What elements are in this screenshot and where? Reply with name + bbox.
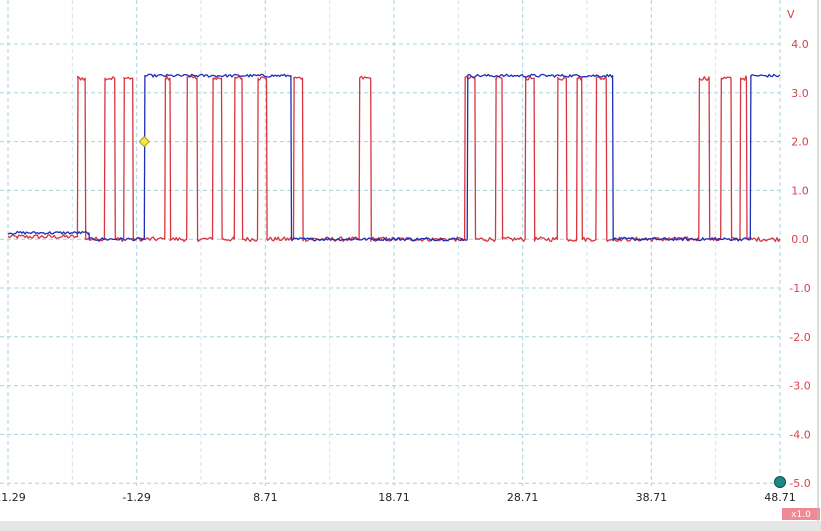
y-tick-label: -1.0 (789, 282, 810, 295)
y-tick-label: -5.0 (789, 477, 810, 490)
y-tick-label: -2.0 (789, 331, 810, 344)
cursor-handle[interactable] (774, 476, 786, 488)
y-tick-label: -4.0 (789, 428, 810, 441)
x-tick-label: -11.29 (0, 491, 26, 504)
x-tick-label: 38.71 (636, 491, 668, 504)
x-tick-label: 48.71 (764, 491, 796, 504)
y-tick-label: 2.0 (791, 136, 809, 149)
x-tick-label: -1.29 (122, 491, 150, 504)
x-tick-label: 8.71 (253, 491, 278, 504)
y-tick-label: 3.0 (791, 87, 809, 100)
y-tick-label: -3.0 (789, 380, 810, 393)
y-axis-ticks: 4.0 3.0 2.0 1.0 0.0 -1.0 -2.0 -3.0 -4.0 -5.0 (789, 38, 810, 490)
x-tick-label: 18.71 (378, 491, 410, 504)
oscilloscope-plot[interactable]: 4.0 3.0 2.0 1.0 0.0 -1.0 -2.0 -3.0 -4.0 -5.0 V -1… (0, 0, 821, 531)
y-tick-label: 4.0 (791, 38, 809, 51)
zoom-badge-label: x1.0 (791, 510, 811, 520)
y-axis-unit: V (787, 8, 795, 21)
x-tick-label: 28.71 (507, 491, 539, 504)
scrollbar-track (0, 521, 821, 531)
x-axis-ticks: -11.29 -1.29 8.71 18.71 28.71 38.71 48.71 (0, 491, 796, 504)
y-tick-label: 0.0 (791, 233, 809, 246)
trigger-marker[interactable] (138, 135, 150, 148)
grid-lines (0, 0, 781, 486)
y-tick-label: 1.0 (791, 184, 809, 197)
bottom-toolbar: x1.0 (0, 0, 821, 531)
